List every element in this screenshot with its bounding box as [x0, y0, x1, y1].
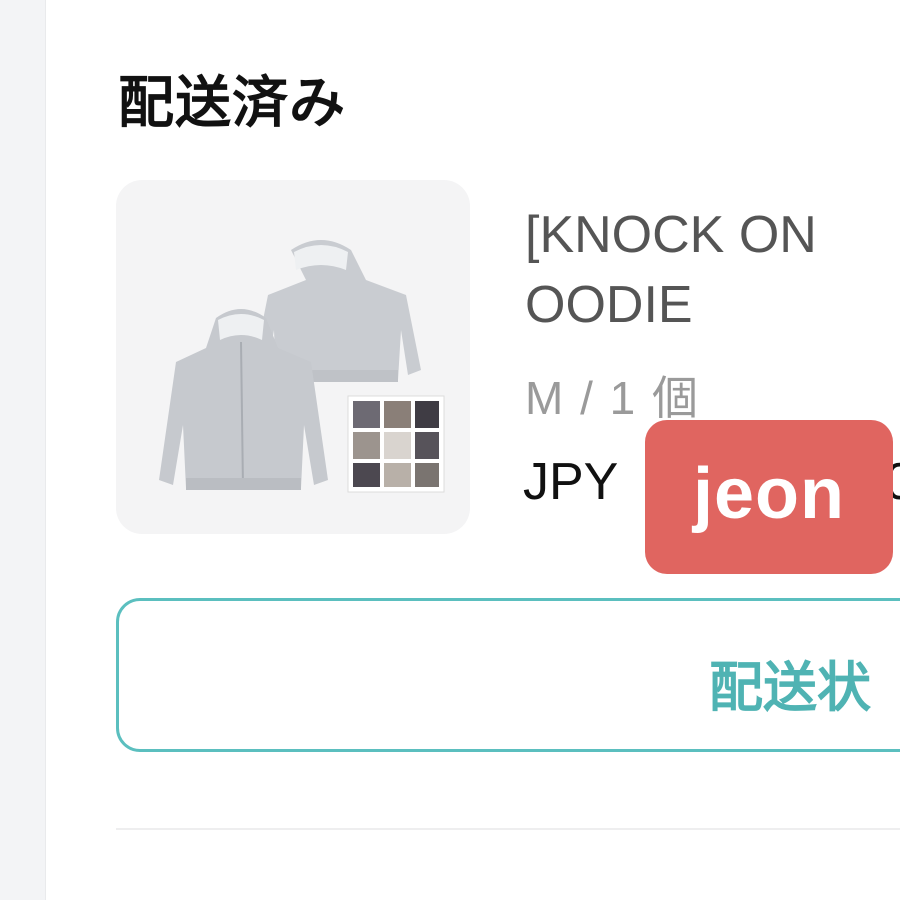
name-overlay-sticker: jeon — [645, 420, 893, 574]
product-name[interactable]: [KNOCK ON OODIE — [525, 200, 900, 340]
photocard-set-graphic — [347, 395, 445, 493]
delivery-status-heading: 配送済み — [118, 71, 346, 136]
product-thumbnail[interactable] — [116, 180, 470, 534]
hoodie-product-image — [159, 240, 445, 493]
section-divider — [116, 828, 900, 830]
delivery-status-button-label: 配送状 — [709, 656, 871, 719]
product-name-line-1: [KNOCK ON — [525, 206, 817, 264]
product-option-quantity: M / 1 個 — [525, 372, 701, 424]
left-panel-strip — [0, 0, 46, 900]
name-overlay-label: jeon — [692, 454, 845, 534]
delivery-status-button[interactable]: 配送状 — [116, 598, 900, 752]
product-name-line-2: OODIE — [525, 276, 693, 334]
